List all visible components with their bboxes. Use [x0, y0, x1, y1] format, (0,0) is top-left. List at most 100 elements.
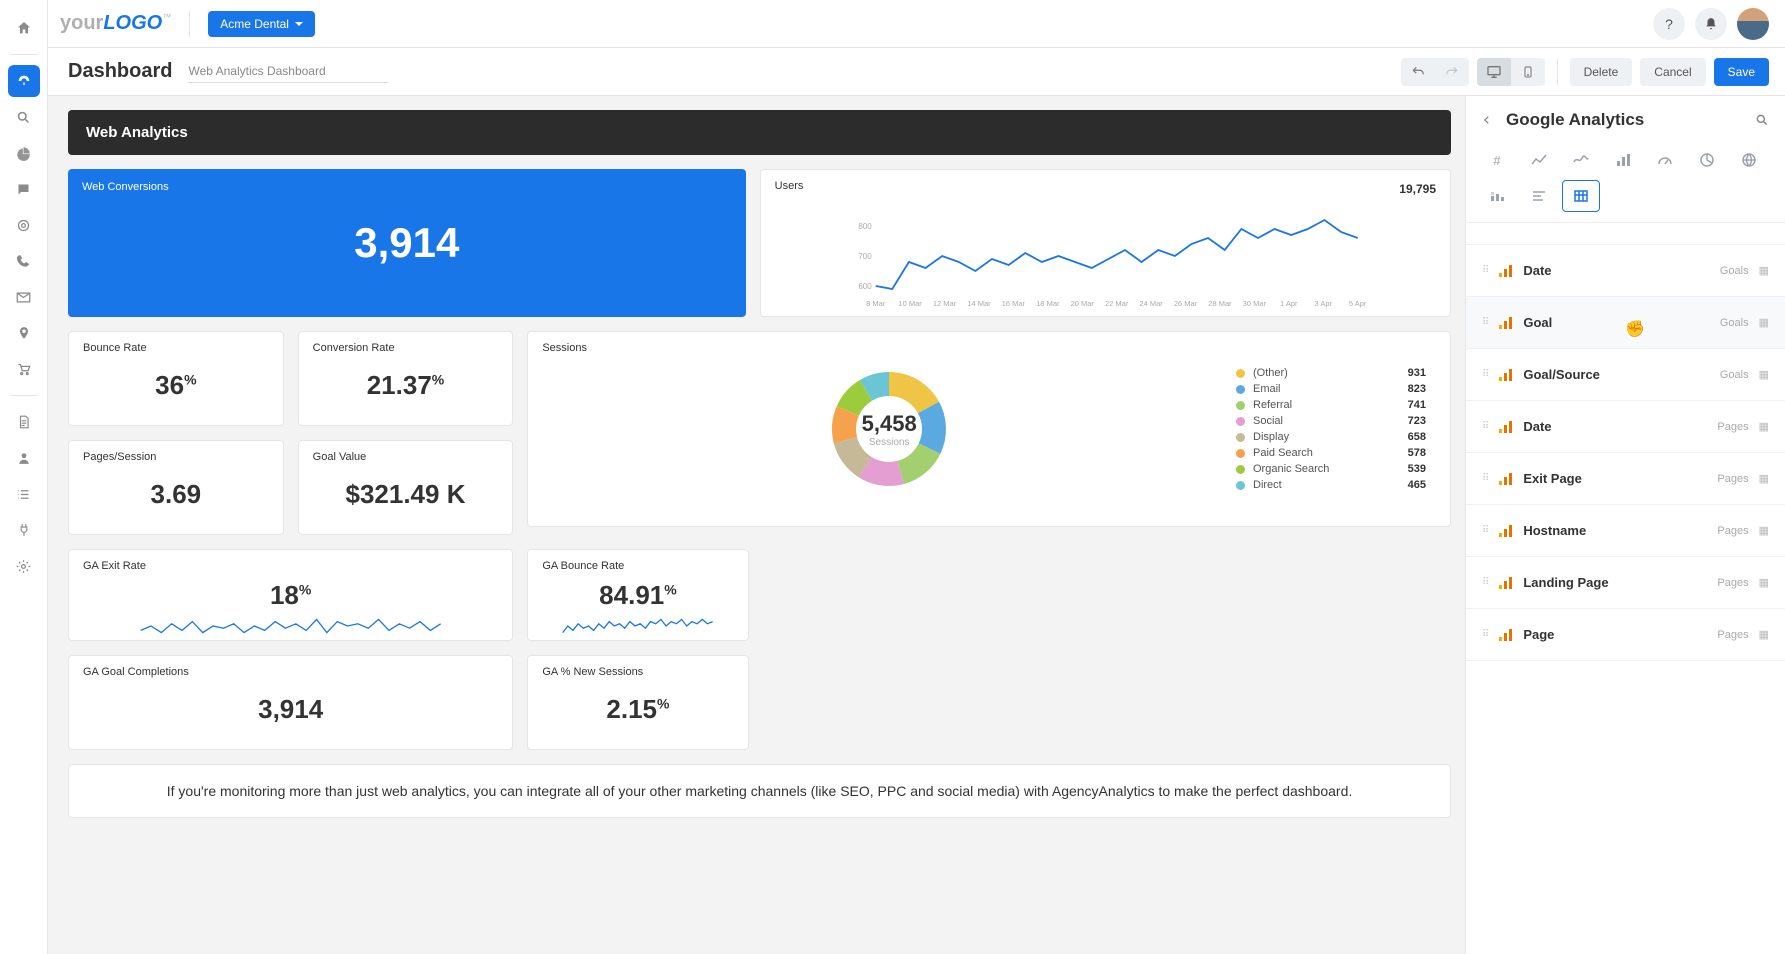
ga-icon: [1499, 525, 1513, 537]
nav-calls[interactable]: [8, 245, 40, 277]
widget-item[interactable]: ⠿ Date Pages ▦: [1466, 401, 1785, 453]
delete-button[interactable]: Delete: [1570, 58, 1633, 86]
nav-local[interactable]: [8, 317, 40, 349]
panel-title: Google Analytics: [1506, 110, 1755, 130]
widget-item[interactable]: ⠿ Exit Page Pages ▦: [1466, 453, 1785, 505]
widget-type-list[interactable]: [1520, 180, 1558, 212]
widget-name: Hostname: [1523, 523, 1717, 538]
goal-completions-card[interactable]: GA Goal Completions 3,914: [68, 655, 513, 750]
ga-bounce-rate-card[interactable]: GA Bounce Rate 84.91%: [527, 549, 748, 641]
undo-button[interactable]: [1401, 58, 1435, 86]
legend-row: Direct465: [1236, 479, 1426, 491]
legend-value: 723: [1408, 415, 1426, 427]
widget-type-map[interactable]: [1730, 144, 1768, 176]
ga-icon: [1499, 421, 1513, 433]
legend-value: 465: [1408, 479, 1426, 491]
section-banner: Web Analytics: [68, 110, 1451, 155]
widget-type-table[interactable]: [1562, 180, 1600, 212]
nav-tasks[interactable]: [8, 478, 40, 510]
nav-analytics[interactable]: [8, 137, 40, 169]
ga-icon: [1499, 577, 1513, 589]
nav-users[interactable]: [8, 442, 40, 474]
widget-category: Goals: [1720, 317, 1749, 329]
list-icon: [16, 487, 31, 502]
left-nav: [0, 0, 48, 954]
conversion-rate-card[interactable]: Conversion Rate 21.37%: [298, 331, 514, 426]
help-button[interactable]: ?: [1653, 8, 1685, 40]
chat-icon: [16, 182, 31, 197]
plug-icon: [17, 523, 31, 537]
nav-dashboard[interactable]: [8, 65, 40, 97]
nav-reports[interactable]: [8, 406, 40, 438]
drag-handle-icon: ⠿: [1482, 577, 1489, 588]
legend-label: Organic Search: [1253, 463, 1400, 475]
save-button[interactable]: Save: [1714, 58, 1769, 86]
nav-ppc[interactable]: [8, 209, 40, 241]
search-icon: [16, 110, 31, 125]
svg-text:800: 800: [858, 222, 872, 231]
web-conversions-card[interactable]: Web Conversions 3,914: [68, 169, 746, 317]
widget-type-stacked[interactable]: [1478, 180, 1516, 212]
nav-ecommerce[interactable]: [8, 353, 40, 385]
widget-type-number[interactable]: #: [1478, 144, 1516, 176]
device-group: [1477, 58, 1545, 86]
svg-text:600: 600: [858, 282, 872, 291]
users-card[interactable]: Users 19,795 6007008008 Mar10 Mar12 Mar1…: [760, 169, 1451, 317]
widget-type-gauge[interactable]: [1646, 144, 1684, 176]
desktop-view-button[interactable]: [1477, 58, 1511, 86]
widget-type-bar[interactable]: [1604, 144, 1642, 176]
nav-search[interactable]: [8, 101, 40, 133]
widget-list[interactable]: ⠿ Ecommerce ▦ ⠿ Date Goals ▦ ⠿ Goal Goal…: [1466, 222, 1785, 954]
nav-settings[interactable]: [8, 550, 40, 582]
history-group: [1401, 58, 1469, 86]
nav-home[interactable]: [8, 12, 40, 44]
legend-value: 578: [1408, 447, 1426, 459]
redo-icon: [1445, 65, 1459, 79]
notifications-button[interactable]: [1695, 8, 1727, 40]
mail-icon: [16, 290, 31, 305]
sessions-card[interactable]: Sessions 5,458 Sessions (Other)931Email8…: [527, 331, 1451, 527]
widget-type-area[interactable]: [1562, 144, 1600, 176]
nav-chat[interactable]: [8, 173, 40, 205]
widget-item[interactable]: ⠿ Date Goals ▦: [1466, 245, 1785, 297]
redo-button[interactable]: [1435, 58, 1469, 86]
mobile-view-button[interactable]: [1511, 58, 1545, 86]
goal-value-card[interactable]: Goal Value $321.49 K: [298, 440, 514, 535]
cancel-button[interactable]: Cancel: [1640, 58, 1705, 86]
drag-handle-icon: ⠿: [1482, 265, 1489, 276]
drag-handle-icon: ⠿: [1482, 421, 1489, 432]
widget-item[interactable]: ⠿ Goal/Source Goals ▦: [1466, 349, 1785, 401]
exit-rate-card[interactable]: GA Exit Rate 18%: [68, 549, 513, 641]
nav-integrations[interactable]: [8, 514, 40, 546]
bounce-rate-card[interactable]: Bounce Rate 36%: [68, 331, 284, 426]
widget-type-line[interactable]: [1520, 144, 1558, 176]
client-dropdown[interactable]: Acme Dental: [208, 11, 315, 37]
list-bars-icon: [1532, 190, 1546, 202]
widget-item[interactable]: ⠿ Landing Page Pages ▦: [1466, 557, 1785, 609]
panel-search-button[interactable]: [1755, 113, 1769, 127]
widget-item[interactable]: ⠿ Hostname Pages ▦: [1466, 505, 1785, 557]
legend-value: 658: [1408, 431, 1426, 443]
drag-handle-icon: ⠿: [1482, 629, 1489, 640]
new-sessions-card[interactable]: GA % New Sessions 2.15%: [527, 655, 748, 750]
widget-item[interactable]: ⠿ Page Pages ▦: [1466, 609, 1785, 661]
desktop-icon: [1486, 64, 1502, 80]
widget-name: Page: [1523, 627, 1717, 642]
card-value: 21.37%: [313, 362, 499, 415]
card-title: Pages/Session: [83, 451, 269, 463]
widget-item[interactable]: ⠿ Goal Goals ▦✊: [1466, 297, 1785, 349]
dashboard-canvas[interactable]: Web Analytics Web Conversions 3,914 User…: [48, 96, 1465, 954]
grid-icon: ▦: [1759, 368, 1769, 381]
grid-icon: ▦: [1759, 524, 1769, 537]
globe-icon: [1742, 153, 1756, 167]
user-avatar[interactable]: [1737, 8, 1769, 40]
grid-icon: ▦: [1759, 576, 1769, 589]
user-icon: [17, 451, 31, 465]
nav-email[interactable]: [8, 281, 40, 313]
dashboard-title-input[interactable]: [188, 60, 388, 83]
card-value: 18%: [83, 580, 498, 611]
pages-session-card[interactable]: Pages/Session 3.69: [68, 440, 284, 535]
widget-type-pie[interactable]: [1688, 144, 1726, 176]
panel-back-button[interactable]: [1482, 113, 1492, 127]
search-icon: [1755, 113, 1769, 127]
